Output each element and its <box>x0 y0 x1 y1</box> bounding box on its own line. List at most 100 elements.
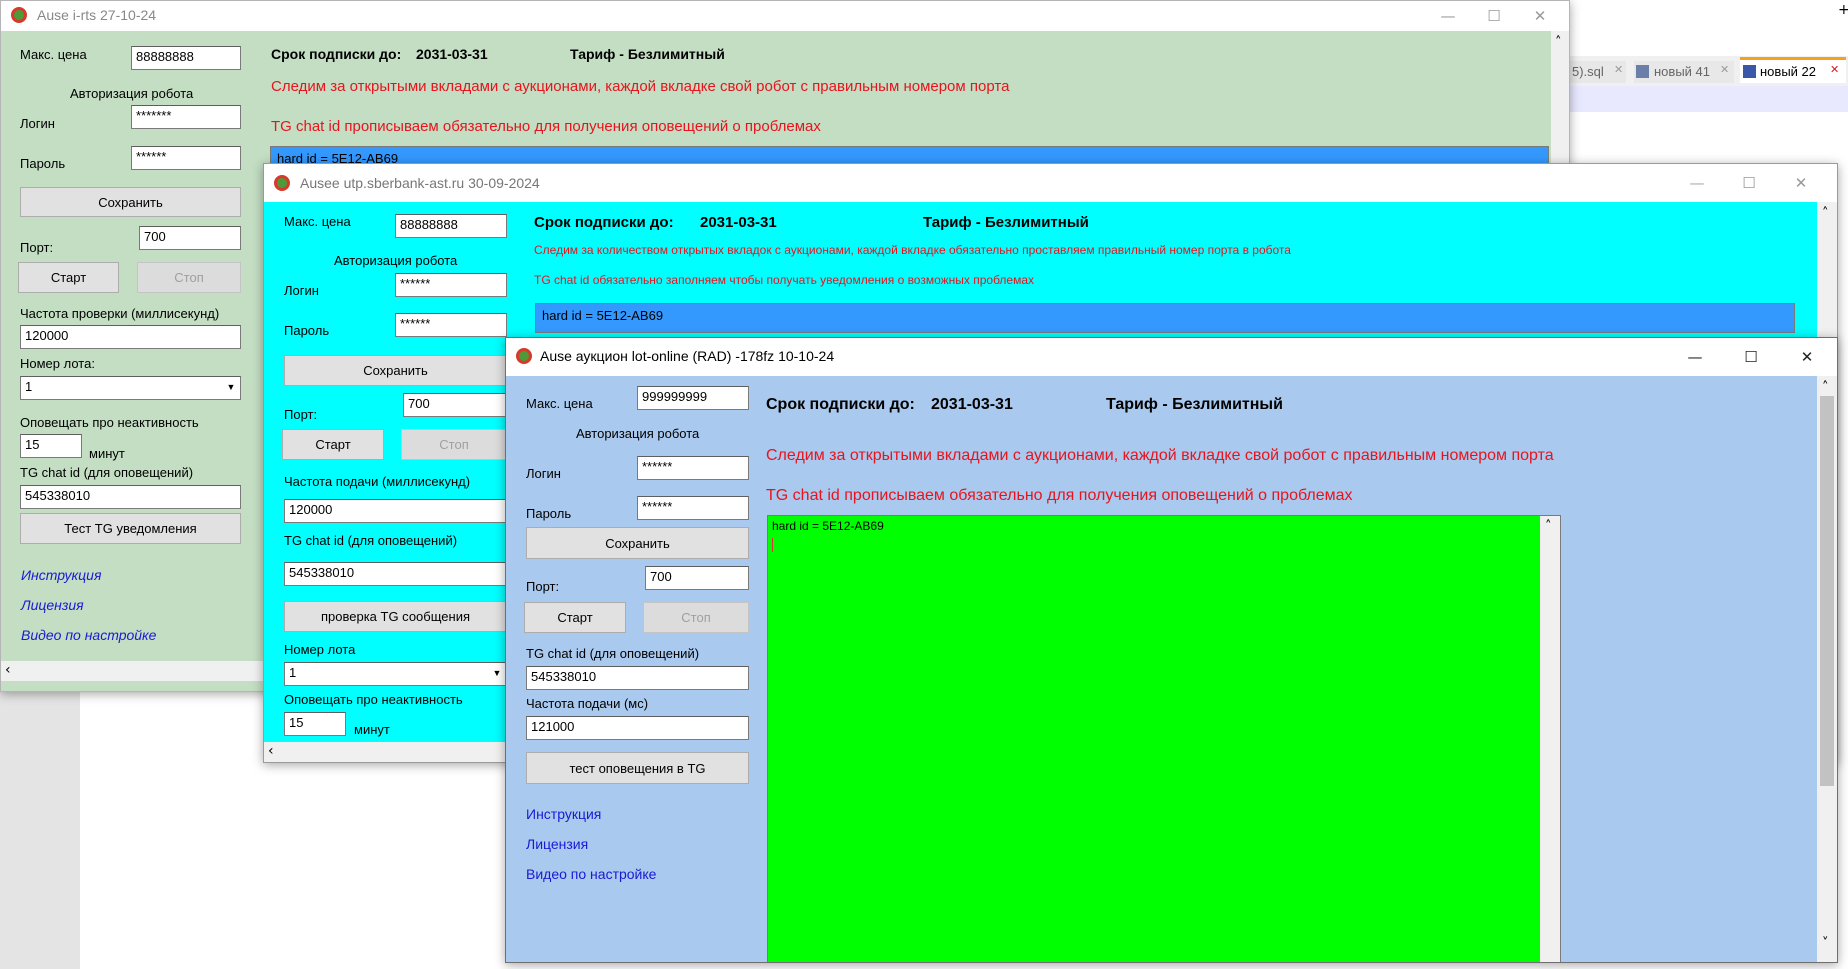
chevron-down-icon[interactable]: ▼ <box>224 380 238 394</box>
close-icon[interactable]: ✕ <box>1784 342 1830 372</box>
save-button[interactable]: Сохранить <box>20 187 241 217</box>
scroll-down-icon[interactable]: ˅ <box>1822 936 1829 951</box>
license-link[interactable]: Лицензия <box>526 836 588 852</box>
login-input[interactable]: ****** <box>637 456 749 480</box>
video-setup-link[interactable]: Видео по настройке <box>526 866 656 882</box>
subscription-label: Срок подписки до: <box>534 214 674 231</box>
frequency-input[interactable]: 120000 <box>284 499 507 523</box>
info-text-2: TG chat id прописываем обязательно для п… <box>766 487 1353 504</box>
start-button[interactable]: Старт <box>524 602 626 633</box>
minutes-label: минут <box>354 722 390 737</box>
minimize-icon[interactable]: — <box>1425 1 1471 31</box>
tab-close-icon[interactable]: ✕ <box>1830 63 1839 76</box>
test-tg-button[interactable]: тест оповещения в TG <box>526 752 749 784</box>
title-bar[interactable]: Ause аукцион lot-online (RAD) -178fz 10-… <box>506 338 1837 376</box>
info-text-2: TG chat id обязательно заполняем чтобы п… <box>534 273 1035 287</box>
scroll-up-icon[interactable]: ˄ <box>1555 35 1562 50</box>
port-label: Порт: <box>526 579 560 594</box>
lot-number-select[interactable]: 1 ▼ <box>284 662 507 686</box>
port-input[interactable]: 700 <box>645 566 749 590</box>
tab-close-icon[interactable]: ✕ <box>1614 63 1623 76</box>
subscription-date: 2031-03-31 <box>700 214 777 231</box>
port-input[interactable]: 700 <box>139 226 241 250</box>
port-label: Порт: <box>284 407 318 422</box>
login-input[interactable]: ******* <box>131 105 241 129</box>
tab-label: новый 41 <box>1654 64 1710 79</box>
vertical-scrollbar[interactable]: ˄ ˅ <box>1817 376 1837 962</box>
license-link[interactable]: Лицензия <box>21 597 84 613</box>
log-text: hard id = 5E12-AB69 <box>542 308 664 323</box>
instruction-link[interactable]: Инструкция <box>21 567 101 583</box>
scroll-up-icon[interactable]: ˄ <box>1545 519 1552 534</box>
window-title: Ause i-rts 27-10-24 <box>37 7 157 23</box>
scroll-up-icon[interactable]: ˄ <box>1822 206 1829 221</box>
background-tab-new41[interactable]: новый 41 ✕ <box>1634 61 1734 83</box>
port-input[interactable]: 700 <box>403 393 507 417</box>
password-input[interactable]: ****** <box>131 146 241 170</box>
tg-chat-label: TG chat id (для оповещений) <box>20 465 194 480</box>
password-input[interactable]: ****** <box>395 313 507 337</box>
stop-button[interactable]: Стоп <box>137 262 241 293</box>
stop-button[interactable]: Стоп <box>643 602 749 633</box>
info-text-1: Следим за количеством открытых вкладок с… <box>534 243 1291 257</box>
save-button[interactable]: Сохранить <box>284 355 507 386</box>
check-tg-button[interactable]: проверка TG сообщения <box>284 601 507 632</box>
maximize-icon[interactable]: ☐ <box>1471 1 1517 31</box>
video-setup-link[interactable]: Видео по настройке <box>21 627 156 643</box>
log-area[interactable]: hard id = 5E12-AB69 <box>535 303 1795 333</box>
background-tab-new22[interactable]: новый 22 ✕ <box>1740 57 1846 83</box>
title-bar[interactable]: Ausee utp.sberbank-ast.ru 30-09-2024 — ☐… <box>264 164 1837 202</box>
password-input[interactable]: ****** <box>637 496 749 520</box>
max-price-label: Макс. цена <box>526 396 593 411</box>
minimize-icon[interactable]: — <box>1672 342 1718 372</box>
log-vertical-scrollbar[interactable]: ˄ <box>1540 516 1560 962</box>
start-button[interactable]: Старт <box>18 262 119 293</box>
scroll-up-icon[interactable]: ˄ <box>1822 380 1829 395</box>
max-price-input[interactable]: 999999999 <box>637 386 749 410</box>
chevron-down-icon[interactable]: ▼ <box>490 666 504 680</box>
subscription-date: 2031-03-31 <box>931 396 1013 413</box>
login-label: Логин <box>526 466 561 481</box>
scrollbar-thumb[interactable] <box>1820 396 1834 786</box>
start-button[interactable]: Старт <box>282 429 384 460</box>
close-icon[interactable]: ✕ <box>1517 1 1563 31</box>
log-area[interactable]: hard id = 5E12-AB69 ˄ <box>767 515 1561 962</box>
save-icon <box>1743 65 1756 78</box>
lot-number-select[interactable]: 1 ▼ <box>20 376 241 400</box>
login-label: Логин <box>284 283 319 298</box>
plus-icon[interactable]: + <box>1838 2 1848 18</box>
maximize-icon[interactable]: ☐ <box>1726 168 1772 198</box>
port-label: Порт: <box>20 240 54 255</box>
scroll-left-icon[interactable]: ‹ <box>268 743 274 759</box>
maximize-icon[interactable]: ☐ <box>1728 342 1774 372</box>
max-price-input[interactable]: 88888888 <box>131 46 241 70</box>
inactivity-input[interactable]: 15 <box>284 712 346 736</box>
background-tab-sql[interactable]: 5).sql ✕ <box>1568 61 1626 83</box>
save-button[interactable]: Сохранить <box>526 527 749 559</box>
password-label: Пароль <box>20 156 66 171</box>
tariff-label: Тариф - Безлимитный <box>923 214 1089 231</box>
tg-chat-input[interactable]: 545338010 <box>284 562 507 586</box>
app-icon <box>11 7 27 23</box>
app-icon <box>516 348 532 364</box>
minimize-icon[interactable]: — <box>1674 168 1720 198</box>
inactivity-label: Оповещать про неактивность <box>284 692 463 707</box>
stop-button[interactable]: Стоп <box>401 429 507 460</box>
login-input[interactable]: ****** <box>395 273 507 297</box>
auth-heading: Авторизация робота <box>70 86 194 101</box>
title-bar[interactable]: Ause i-rts 27-10-24 — ☐ ✕ <box>1 1 1569 31</box>
inactivity-input[interactable]: 15 <box>20 434 82 458</box>
tab-close-icon[interactable]: ✕ <box>1720 63 1729 76</box>
frequency-input[interactable]: 121000 <box>526 716 749 740</box>
check-frequency-input[interactable]: 120000 <box>20 325 241 349</box>
close-icon[interactable]: ✕ <box>1778 168 1824 198</box>
tg-chat-input[interactable]: 545338010 <box>20 485 241 509</box>
max-price-input[interactable]: 88888888 <box>395 214 507 238</box>
minutes-label: минут <box>89 446 125 461</box>
max-price-label: Макс. цена <box>20 47 87 62</box>
tg-chat-input[interactable]: 545338010 <box>526 666 749 690</box>
scroll-left-icon[interactable]: ‹ <box>5 662 11 678</box>
background-editor-gutter <box>0 680 80 969</box>
test-tg-button[interactable]: Тест TG уведомления <box>20 513 241 544</box>
instruction-link[interactable]: Инструкция <box>526 806 601 822</box>
